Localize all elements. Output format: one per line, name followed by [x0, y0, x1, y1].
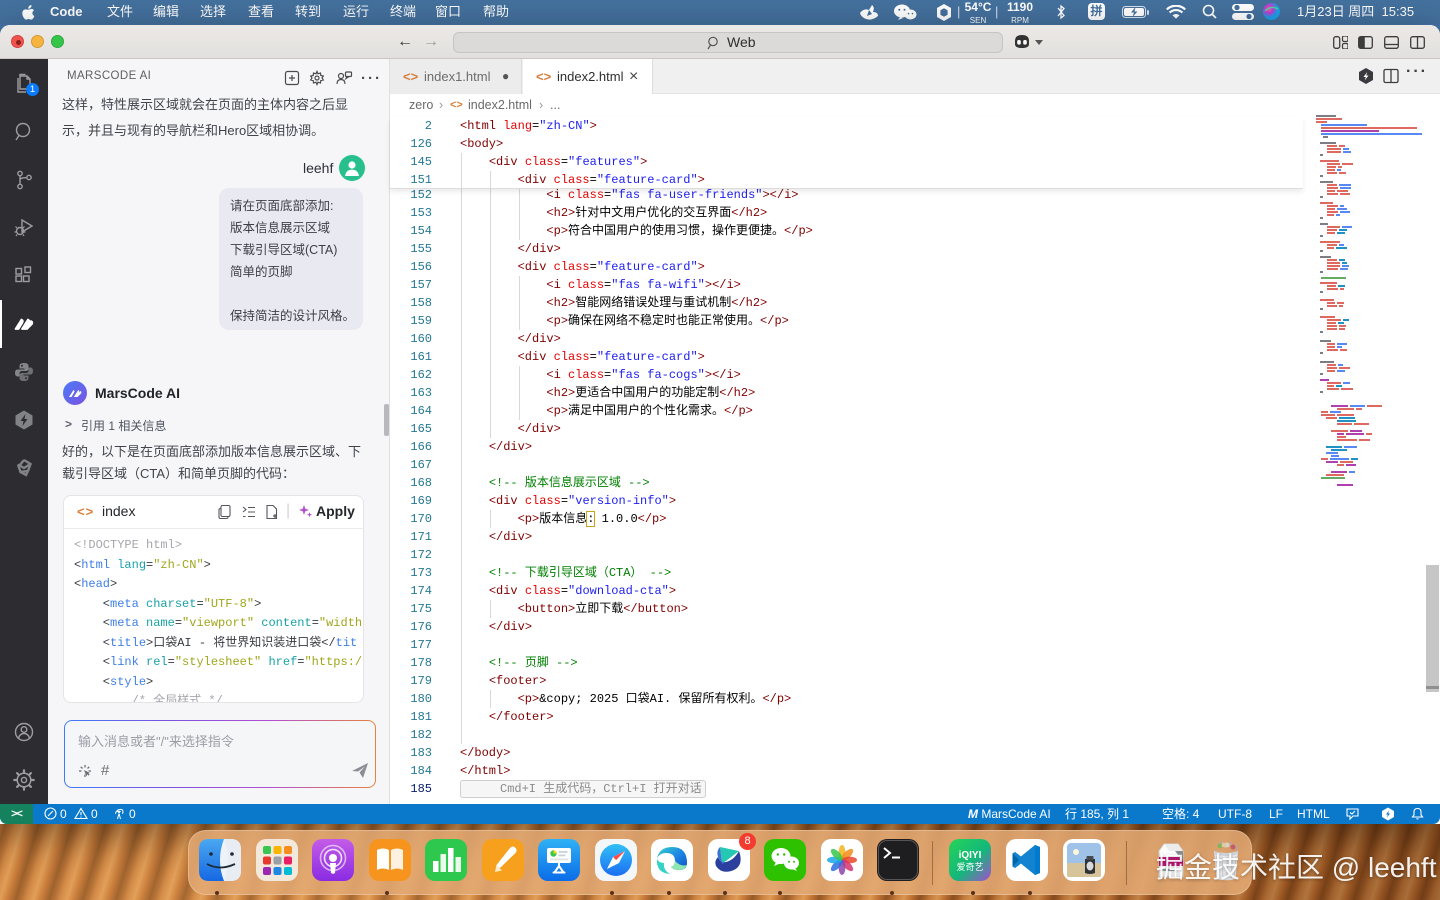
svg-text:iQIYI: iQIYI: [959, 850, 982, 861]
svg-text:爱奇艺: 爱奇艺: [956, 861, 983, 872]
